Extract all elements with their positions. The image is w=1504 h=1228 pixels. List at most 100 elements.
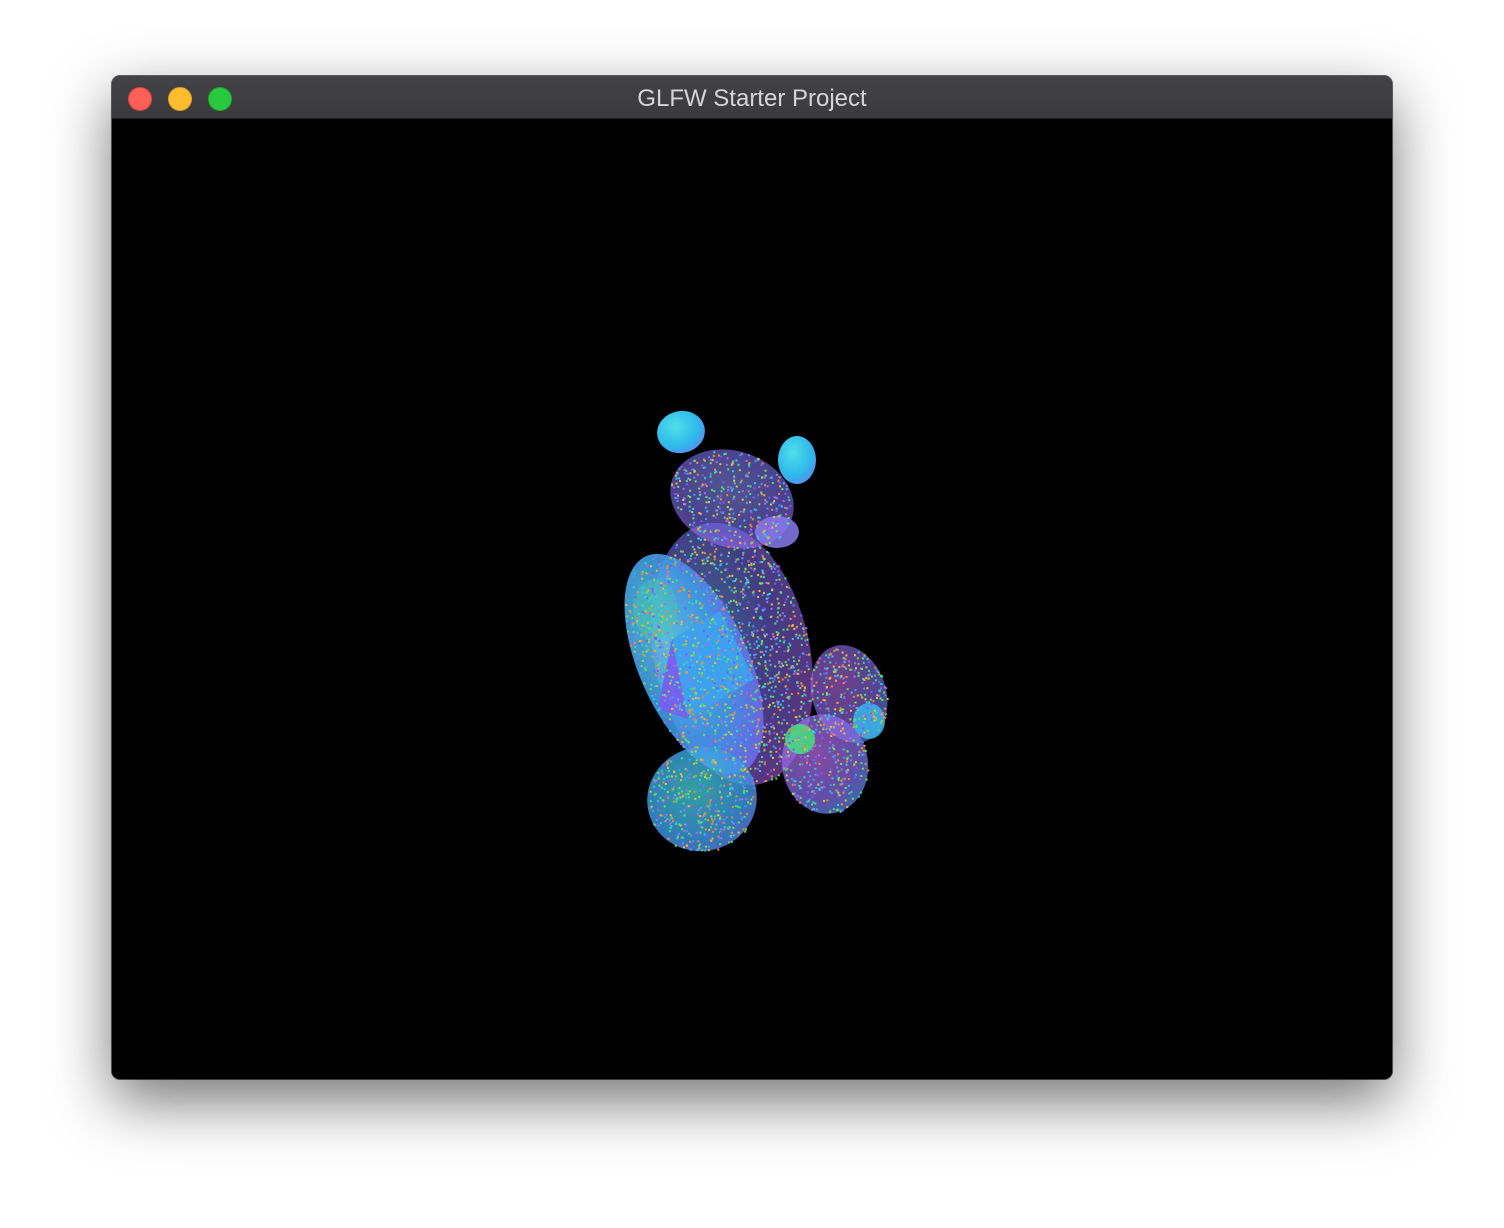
point-sample bbox=[723, 516, 726, 519]
point-sample bbox=[867, 722, 870, 725]
point-sample bbox=[869, 712, 872, 715]
point-sample bbox=[854, 654, 856, 657]
point-sample bbox=[743, 789, 746, 792]
point-sample bbox=[745, 459, 748, 462]
point-sample bbox=[837, 759, 840, 762]
point-sample bbox=[783, 615, 786, 618]
point-sample bbox=[758, 684, 761, 687]
point-sample bbox=[868, 670, 870, 673]
point-sample bbox=[773, 675, 776, 678]
point-sample bbox=[664, 589, 666, 592]
point-sample bbox=[737, 646, 740, 649]
point-sample bbox=[753, 719, 756, 722]
app-window: GLFW Starter Project bbox=[112, 76, 1392, 1079]
point-sample bbox=[845, 740, 848, 743]
point-sample bbox=[791, 792, 794, 795]
point-sample bbox=[684, 825, 687, 827]
point-sample bbox=[846, 688, 849, 691]
point-sample bbox=[732, 757, 735, 759]
point-sample bbox=[649, 587, 652, 590]
point-sample bbox=[712, 618, 715, 620]
point-sample bbox=[760, 722, 763, 725]
point-sample bbox=[770, 686, 773, 689]
point-sample bbox=[683, 778, 686, 781]
point-sample bbox=[688, 590, 691, 593]
point-sample bbox=[641, 577, 644, 580]
point-sample bbox=[839, 696, 842, 698]
point-sample bbox=[770, 607, 773, 610]
point-sample bbox=[719, 498, 722, 501]
point-sample bbox=[778, 578, 781, 581]
point-sample bbox=[690, 654, 693, 657]
point-sample bbox=[680, 583, 683, 586]
point-sample bbox=[656, 702, 658, 705]
point-sample bbox=[752, 496, 755, 499]
point-sample bbox=[680, 563, 682, 566]
point-sample bbox=[687, 731, 690, 734]
point-sample bbox=[657, 709, 660, 711]
point-sample bbox=[775, 650, 778, 653]
point-sample bbox=[686, 769, 688, 772]
point-sample bbox=[701, 474, 704, 477]
point-sample bbox=[695, 601, 698, 604]
point-sample bbox=[866, 658, 869, 660]
point-sample bbox=[699, 655, 702, 658]
point-sample bbox=[761, 609, 764, 612]
point-sample bbox=[748, 454, 750, 457]
title-bar[interactable]: GLFW Starter Project bbox=[112, 76, 1392, 119]
point-sample bbox=[742, 544, 745, 547]
point-sample bbox=[705, 590, 708, 592]
point-sample bbox=[670, 760, 673, 763]
gl-viewport[interactable] bbox=[112, 119, 1392, 1079]
point-sample bbox=[864, 693, 867, 696]
point-sample bbox=[788, 675, 791, 678]
point-sample bbox=[755, 676, 758, 678]
point-sample bbox=[708, 829, 711, 831]
point-sample bbox=[699, 602, 701, 605]
point-sample bbox=[710, 635, 713, 638]
point-sample bbox=[657, 789, 660, 792]
point-sample bbox=[712, 669, 715, 672]
point-sample bbox=[852, 695, 855, 698]
point-sample bbox=[691, 679, 694, 682]
point-sample bbox=[862, 749, 865, 752]
point-sample bbox=[685, 470, 688, 473]
point-sample bbox=[702, 722, 704, 725]
point-sample bbox=[719, 564, 722, 567]
point-sample bbox=[692, 725, 695, 728]
point-sample bbox=[755, 709, 758, 712]
point-sample bbox=[725, 776, 728, 779]
point-sample bbox=[725, 620, 728, 623]
point-sample bbox=[815, 681, 818, 684]
point-sample bbox=[764, 682, 767, 685]
point-sample bbox=[769, 649, 772, 652]
point-sample bbox=[703, 558, 706, 561]
point-sample bbox=[788, 711, 791, 714]
point-sample bbox=[693, 521, 696, 524]
point-sample bbox=[759, 650, 762, 653]
point-sample bbox=[868, 714, 871, 717]
point-sample bbox=[759, 547, 762, 549]
point-sample bbox=[831, 746, 834, 749]
point-sample bbox=[820, 786, 823, 789]
point-sample bbox=[837, 791, 840, 794]
point-sample bbox=[858, 750, 861, 753]
point-sample bbox=[837, 778, 840, 781]
point-sample bbox=[729, 733, 732, 736]
point-sample bbox=[709, 799, 712, 802]
point-sample bbox=[701, 826, 704, 829]
point-sample bbox=[757, 595, 760, 598]
point-sample bbox=[695, 831, 698, 834]
point-sample bbox=[729, 757, 731, 760]
point-sample bbox=[879, 721, 882, 724]
point-sample bbox=[713, 767, 715, 770]
point-sample bbox=[699, 580, 702, 582]
point-sample bbox=[832, 744, 835, 746]
point-sample bbox=[761, 561, 764, 563]
point-sample bbox=[711, 665, 714, 668]
point-sample bbox=[670, 720, 673, 723]
point-sample bbox=[771, 716, 774, 719]
point-sample bbox=[704, 749, 707, 752]
point-sample bbox=[798, 715, 801, 718]
point-sample bbox=[761, 582, 764, 585]
